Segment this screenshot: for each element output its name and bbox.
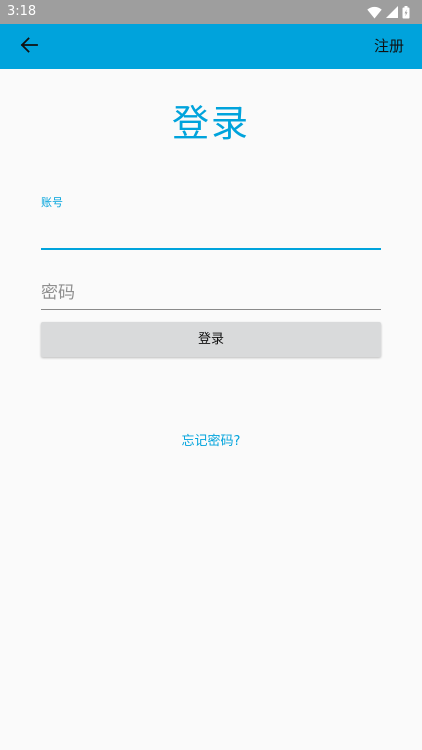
forgot-password-link[interactable]: 忘记密码? [0,432,422,452]
account-input[interactable] [41,220,381,250]
login-button[interactable]: 登录 [41,322,381,357]
page-title: 登录 [172,102,250,145]
status-bar: 3:18 [0,0,422,24]
app-toolbar: 注册 [0,24,422,69]
status-time: 3:18 [7,4,37,19]
register-button[interactable]: 注册 [374,24,404,69]
battery-icon [402,5,410,19]
password-field [41,276,381,310]
cell-signal-icon [386,6,398,18]
back-button[interactable] [14,32,44,62]
status-icons [367,4,410,20]
account-field-label: 账号 [41,196,63,209]
wifi-icon [367,6,382,19]
password-input[interactable] [41,276,381,310]
arrow-left-icon [19,35,39,59]
account-field: 账号 [41,196,381,250]
